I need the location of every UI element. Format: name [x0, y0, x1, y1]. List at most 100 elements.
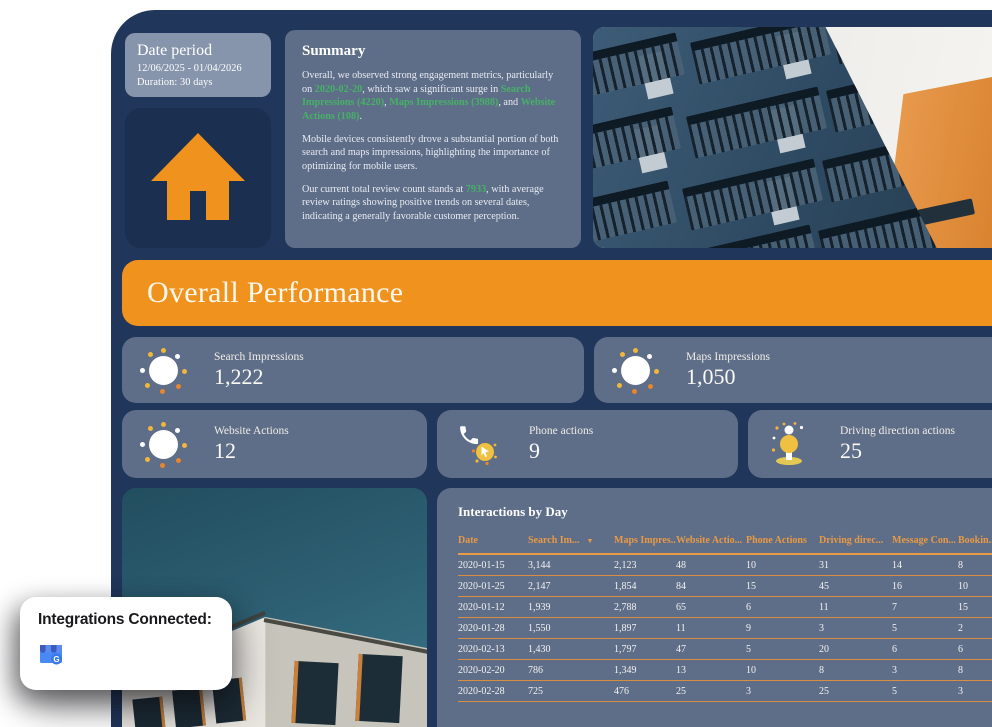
metric-card-driving-directions: Driving direction actions 25	[748, 410, 992, 478]
table-row[interactable]: 2020-01-121,9392,78865611715	[458, 597, 992, 618]
table-cell: 2020-02-28	[458, 681, 528, 702]
table-cell: 1,854	[614, 576, 676, 597]
table-cell: 1,550	[528, 618, 614, 639]
summary-card: Summary Overall, we observed strong enga…	[285, 30, 581, 248]
table-row[interactable]: 2020-01-252,1471,8548415451610	[458, 576, 992, 597]
date-period-card: Date period 12/06/2025 - 01/04/2026 Dura…	[125, 33, 271, 97]
table-cell: 31	[819, 554, 892, 576]
column-header-website-actions[interactable]: Website Actio...	[676, 531, 746, 554]
table-cell: 2020-02-13	[458, 639, 528, 660]
metric-value: 1,050	[686, 364, 770, 390]
interactions-title: Interactions by Day	[458, 504, 992, 520]
table-cell: 2,147	[528, 576, 614, 597]
table-cell: 1,430	[528, 639, 614, 660]
sun-icon	[139, 346, 187, 394]
table-row[interactable]: 2020-01-281,5501,897119352	[458, 618, 992, 639]
column-header-driving-directions[interactable]: Driving direc...	[819, 531, 892, 554]
summary-paragraph-3: Our current total review count stands at…	[302, 183, 564, 224]
table-cell: 1,797	[614, 639, 676, 660]
interactions-table-body: 2020-01-153,1442,1234810311482020-01-252…	[458, 554, 992, 702]
sun-icon	[611, 346, 659, 394]
summary-title: Summary	[302, 43, 564, 60]
metric-value: 12	[214, 438, 289, 464]
summary-highlight-date: 2020-02-20	[315, 84, 363, 95]
table-cell: 11	[819, 597, 892, 618]
table-cell: 13	[676, 660, 746, 681]
photo-window	[355, 654, 402, 723]
table-cell: 10	[746, 554, 819, 576]
interactions-card: Interactions by Day Date Search Im...▼ M…	[437, 488, 992, 727]
table-header-row: Date Search Im...▼ Maps Impres... Websit…	[458, 531, 992, 554]
photo-decor	[917, 198, 975, 225]
sun-icon	[139, 420, 187, 468]
metric-value: 25	[840, 438, 955, 464]
table-cell: 8	[958, 660, 992, 681]
photo-window	[172, 687, 206, 727]
column-header-message-conversations[interactable]: Message Con...	[892, 531, 958, 554]
table-cell: 2020-01-15	[458, 554, 528, 576]
column-header-search-impressions[interactable]: Search Im...▼	[528, 531, 614, 554]
table-cell: 16	[892, 576, 958, 597]
column-header-bookings[interactable]: Bookin...	[958, 531, 992, 554]
table-cell: 2020-01-28	[458, 618, 528, 639]
table-cell: 48	[676, 554, 746, 576]
table-cell: 2020-01-12	[458, 597, 528, 618]
photo-balcony	[690, 27, 831, 85]
table-cell: 15	[746, 576, 819, 597]
table-cell: 5	[746, 639, 819, 660]
table-cell: 65	[676, 597, 746, 618]
table-cell: 10	[746, 660, 819, 681]
table-cell: 5	[892, 618, 958, 639]
metric-label: Search Impressions	[214, 351, 304, 363]
table-cell: 15	[958, 597, 992, 618]
table-cell: 1,939	[528, 597, 614, 618]
date-duration: Duration: 30 days	[137, 77, 259, 88]
table-cell: 47	[676, 639, 746, 660]
table-row[interactable]: 2020-02-207861,3491310838	[458, 660, 992, 681]
column-header-phone-actions[interactable]: Phone Actions	[746, 531, 819, 554]
column-header-maps-impressions[interactable]: Maps Impres...	[614, 531, 676, 554]
table-cell: 6	[892, 639, 958, 660]
photo-balcony	[686, 86, 827, 158]
photo-balcony	[682, 158, 823, 230]
metric-label: Website Actions	[214, 425, 289, 437]
svg-text:G: G	[53, 655, 59, 664]
table-cell: 2,123	[614, 554, 676, 576]
phone-icon	[454, 420, 502, 468]
metric-label: Phone actions	[529, 425, 593, 437]
google-business-icon[interactable]: G	[38, 642, 65, 672]
table-cell: 20	[819, 639, 892, 660]
table-cell: 3,144	[528, 554, 614, 576]
table-cell: 786	[528, 660, 614, 681]
metric-card-search-impressions: Search Impressions 1,222	[122, 337, 584, 403]
table-cell: 476	[614, 681, 676, 702]
date-range: 12/06/2025 - 01/04/2026	[137, 63, 259, 74]
photo-balcony	[593, 180, 677, 248]
sort-desc-icon[interactable]: ▼	[586, 537, 593, 545]
table-cell: 45	[819, 576, 892, 597]
metric-label: Maps Impressions	[686, 351, 770, 363]
table-row[interactable]: 2020-01-153,1442,123481031148	[458, 554, 992, 576]
table-row[interactable]: 2020-02-131,4301,7974752066	[458, 639, 992, 660]
column-header-date[interactable]: Date	[458, 531, 528, 554]
table-cell: 2020-02-20	[458, 660, 528, 681]
table-cell: 3	[746, 681, 819, 702]
summary-paragraph-2: Mobile devices consistently drove a subs…	[302, 133, 564, 174]
table-cell: 1,349	[614, 660, 676, 681]
home-icon	[148, 130, 248, 227]
table-cell: 6	[746, 597, 819, 618]
table-cell: 5	[892, 681, 958, 702]
table-row[interactable]: 2020-02-287254762532553	[458, 681, 992, 702]
table-cell: 84	[676, 576, 746, 597]
table-cell: 2,788	[614, 597, 676, 618]
date-period-title: Date period	[137, 42, 259, 60]
table-cell: 8	[819, 660, 892, 681]
table-cell: 725	[528, 681, 614, 702]
table-cell: 6	[958, 639, 992, 660]
integrations-card: Integrations Connected: G	[20, 597, 232, 690]
table-cell: 25	[676, 681, 746, 702]
table-cell: 25	[819, 681, 892, 702]
photo-window	[291, 661, 338, 725]
metric-card-website-actions: Website Actions 12	[122, 410, 427, 478]
table-cell: 10	[958, 576, 992, 597]
